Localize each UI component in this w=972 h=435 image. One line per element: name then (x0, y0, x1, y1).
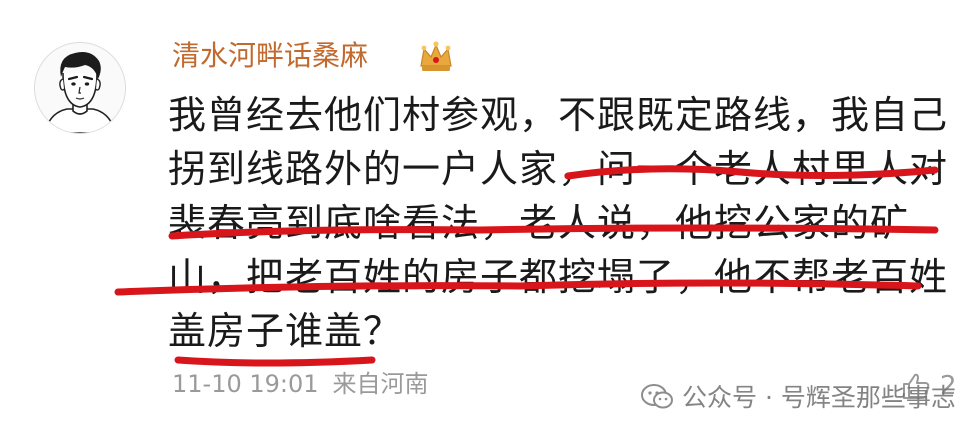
crown-icon (420, 41, 452, 71)
comment-location: 来自河南 (332, 370, 429, 398)
comment-card: 清水河畔话桑麻 我曾经去他们村参观，不跟既定路线，我自己 拐到线路外的一户人家，… (0, 0, 972, 435)
comment-body: 我曾经去他们村参观，不跟既定路线，我自己 拐到线路外的一户人家，问一个老人村里人… (168, 88, 958, 358)
username[interactable]: 清水河畔话桑麻 (172, 36, 368, 76)
comment-line-5: 盖房子谁盖？ (168, 309, 403, 353)
comment-meta: 11-10 19:01 来自河南 (172, 366, 429, 402)
red-underline-4 (174, 356, 376, 367)
comment-line-2: 拐到线路外的一户人家，问一个老人村里人对 (168, 147, 949, 191)
cartoon-man-avatar-icon (44, 52, 116, 133)
comment-time: 11-10 19:01 (172, 370, 319, 398)
avatar[interactable] (34, 42, 126, 134)
wechat-official-account-icon (641, 384, 673, 409)
comment-line-4: 山，把老百姓的房子都挖塌了，他不帮老百姓 (168, 255, 949, 299)
comment-line-3: 裴春亮到底啥看法，老人说，他挖公家的矿 (168, 201, 910, 245)
comment-line-1: 我曾经去他们村参观，不跟既定路线，我自己 (168, 93, 949, 137)
watermark-text: 公众号 · 号辉圣那些事志 (682, 383, 956, 412)
